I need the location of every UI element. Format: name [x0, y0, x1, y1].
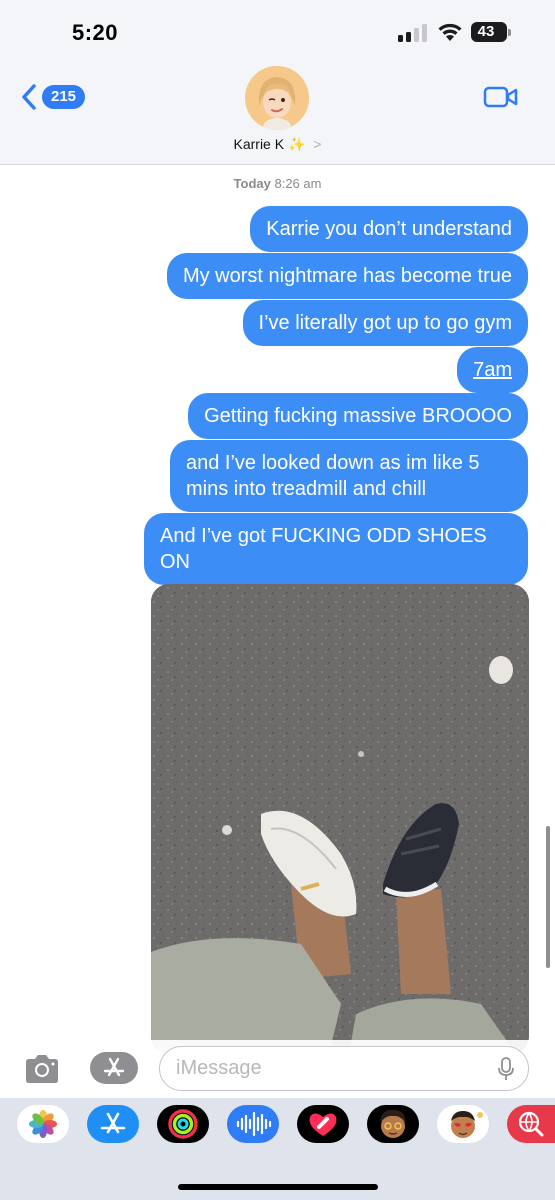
memoji-avatar-icon [245, 66, 309, 130]
battery-level: 43 [477, 23, 495, 40]
message-timestamp: Today 8:26 am [0, 176, 555, 191]
photos-app-icon[interactable] [17, 1105, 69, 1143]
audio-message-app-icon[interactable] [227, 1105, 279, 1143]
web-search-app-icon[interactable] [507, 1105, 555, 1143]
status-bar: 5:20 43 [0, 0, 555, 62]
cellular-signal-icon [398, 24, 428, 42]
digital-touch-app-icon[interactable] [297, 1105, 349, 1143]
conversation-header: 215 Karrie K ✨ > [0, 62, 555, 165]
timestamp-time: 8:26 am [274, 176, 322, 191]
app-drawer [0, 1098, 555, 1200]
unread-count-badge: 215 [42, 85, 86, 109]
detected-time-link[interactable]: 7am [473, 359, 512, 381]
app-store-app-icon[interactable] [87, 1105, 139, 1143]
contact-avatar[interactable] [245, 66, 309, 130]
message-bubble[interactable]: 7am [457, 347, 528, 393]
home-indicator[interactable] [178, 1184, 378, 1190]
message-bubble[interactable]: I’ve literally got up to go gym [242, 300, 528, 346]
battery-icon: 43 [471, 22, 511, 42]
camera-icon[interactable] [22, 1053, 62, 1085]
app-store-toggle-button[interactable] [90, 1052, 138, 1084]
contact-name-text: Karrie K [233, 136, 285, 152]
message-input-field[interactable] [159, 1046, 529, 1091]
back-button[interactable]: 215 [20, 82, 86, 112]
compose-bar [0, 1040, 555, 1098]
wifi-icon [438, 23, 462, 41]
contact-name[interactable]: Karrie K ✨ > [0, 136, 555, 153]
facetime-video-icon[interactable] [483, 84, 519, 110]
activity-app-icon[interactable] [157, 1105, 209, 1143]
chevron-right-icon: > [313, 136, 322, 152]
status-time: 5:20 [72, 20, 119, 45]
chevron-left-icon [22, 84, 36, 110]
message-input[interactable] [176, 1047, 476, 1090]
message-bubble[interactable]: Karrie you don’t understand [250, 206, 528, 252]
message-bubble[interactable]: Getting fucking massive BROOOO [188, 393, 528, 439]
microphone-icon[interactable] [498, 1057, 514, 1081]
memoji-app-icon[interactable] [367, 1105, 419, 1143]
odd-shoes-photo [151, 584, 529, 1054]
memoji-stickers-app-icon[interactable] [437, 1105, 489, 1143]
timestamp-day: Today [233, 176, 271, 191]
message-bubble[interactable]: My worst nightmare has become true [166, 253, 528, 299]
scroll-indicator[interactable] [546, 826, 550, 968]
message-bubble[interactable]: And I’ve got FUCKING ODD SHOES ON [144, 513, 528, 585]
app-store-icon [103, 1057, 125, 1077]
sparkles-emoji: ✨ [287, 136, 306, 152]
photo-attachment[interactable] [151, 584, 529, 1054]
message-bubble[interactable]: and I’ve looked down as im like 5 mins i… [170, 440, 528, 512]
